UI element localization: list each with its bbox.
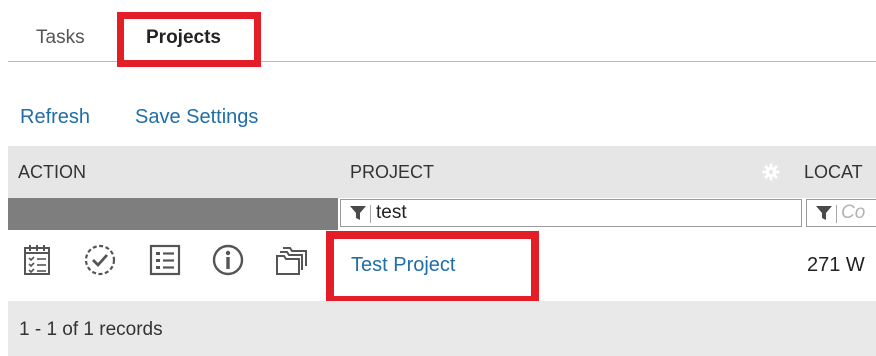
funnel-icon[interactable] (350, 206, 366, 221)
tab-projects[interactable]: Projects (146, 26, 221, 50)
tab-bar: Tasks Projects (0, 0, 876, 64)
tab-tasks[interactable]: Tasks (36, 26, 85, 50)
column-header-project[interactable]: PROJECT (350, 160, 434, 184)
column-header-location[interactable]: LOCAT (804, 160, 863, 184)
info-icon[interactable] (210, 242, 246, 278)
records-count: 1 - 1 of 1 records (19, 319, 163, 340)
details-list-icon[interactable] (147, 242, 183, 278)
gear-icon[interactable] (761, 162, 781, 182)
column-header-action[interactable]: ACTION (18, 160, 86, 184)
grid-header: ACTION PROJECT LOCAT (8, 146, 876, 198)
grid-footer: 1 - 1 of 1 records (8, 301, 876, 356)
location-filter-placeholder: Co (841, 202, 866, 223)
location-filter-input[interactable]: Co (806, 199, 876, 227)
tab-underline (8, 61, 876, 62)
filter-row: test Co (8, 198, 876, 230)
clock-check-icon[interactable] (82, 242, 118, 278)
filter-action-cell (8, 198, 338, 230)
filter-separator (836, 205, 837, 223)
filter-separator (370, 205, 371, 223)
calendar-list-icon[interactable] (20, 242, 56, 278)
project-filter-value: test (376, 202, 407, 223)
folders-icon[interactable] (274, 242, 310, 278)
funnel-icon[interactable] (816, 206, 832, 221)
refresh-link[interactable]: Refresh (20, 105, 90, 129)
save-settings-link[interactable]: Save Settings (135, 105, 258, 129)
table-row: Test Project 271 W (8, 230, 876, 296)
location-cell: 271 W (807, 254, 865, 276)
project-link[interactable]: Test Project (351, 253, 455, 277)
project-filter-input[interactable]: test (340, 199, 802, 227)
